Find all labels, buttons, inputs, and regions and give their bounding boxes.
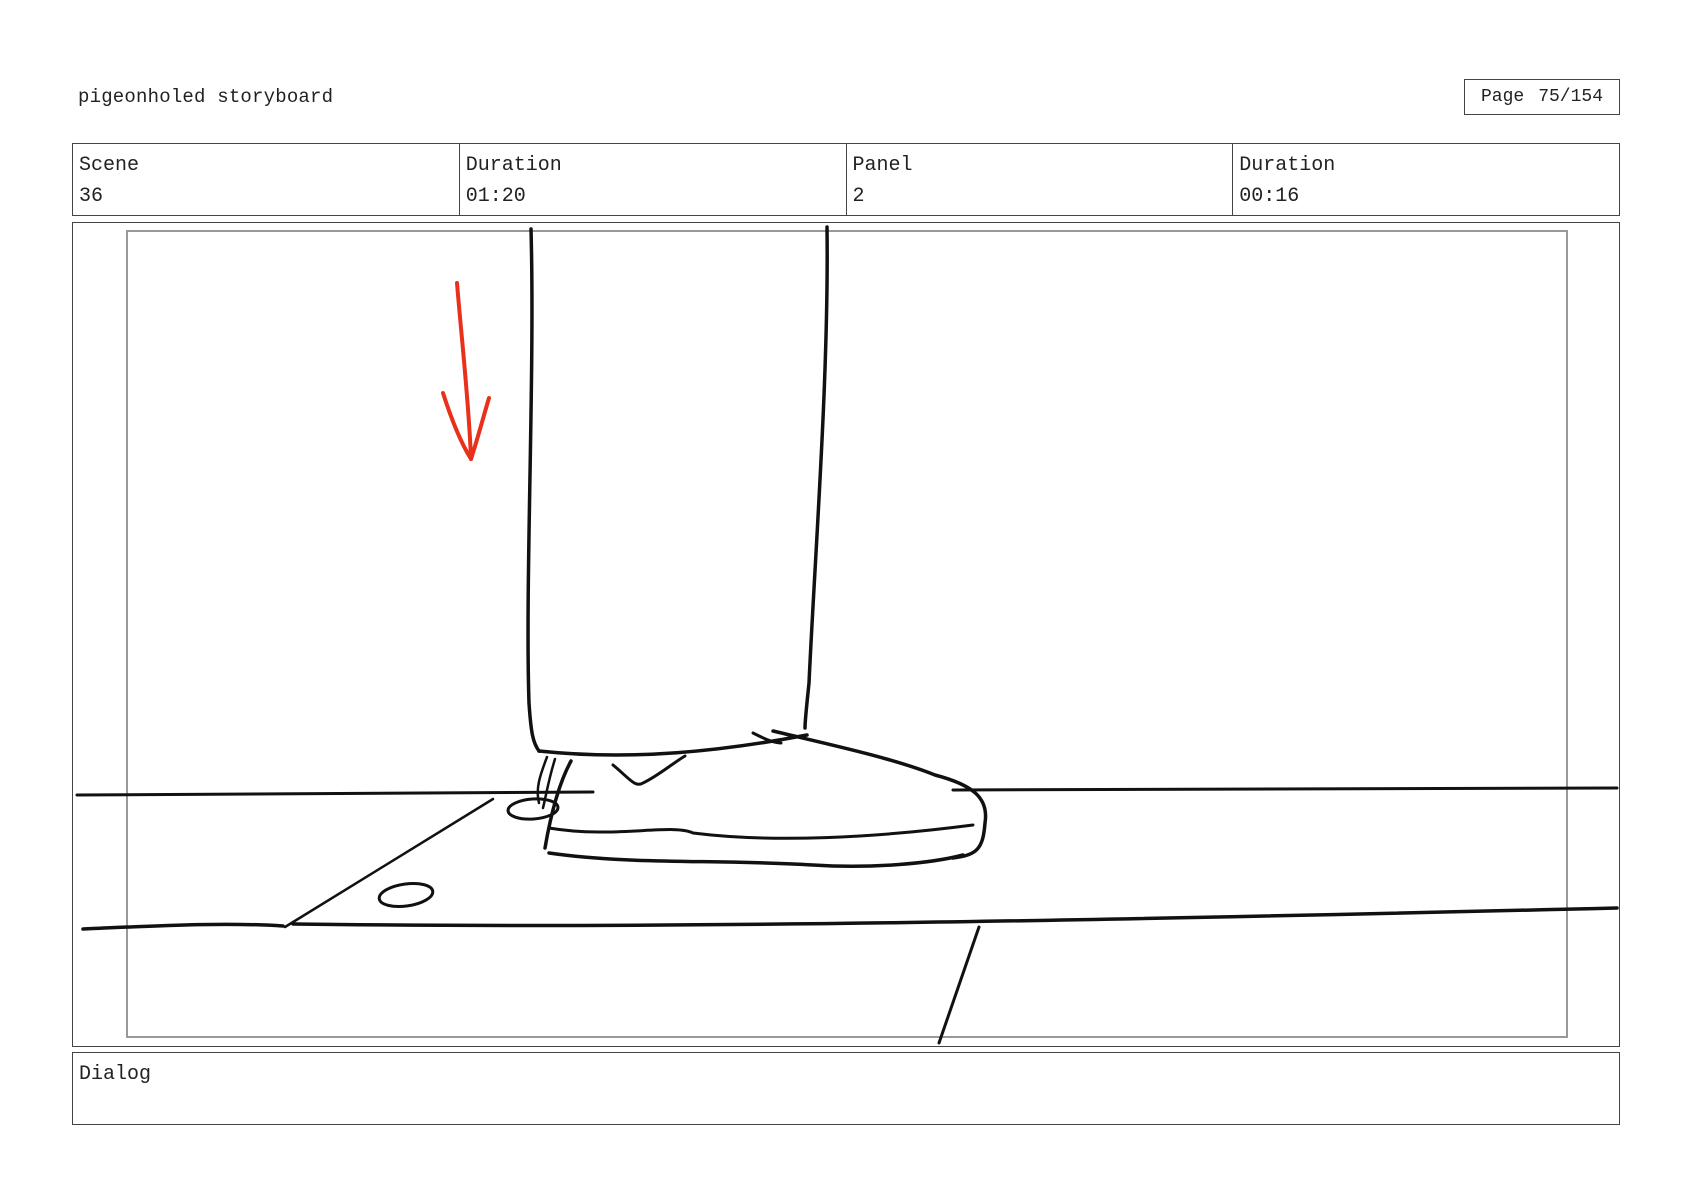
floor-spot-small xyxy=(377,881,435,909)
panel-duration-label: Duration xyxy=(1239,154,1336,177)
shoe-bottom xyxy=(547,851,965,869)
down-arrow-icon xyxy=(441,281,491,461)
scene-duration-cell: Duration 01:20 xyxy=(460,144,847,215)
floor-back-edge-right xyxy=(951,786,1619,792)
page-label: Page xyxy=(1480,87,1525,107)
trouser-left-edge xyxy=(526,227,541,753)
floor-front-edge-left xyxy=(81,922,285,931)
floor-diagonal xyxy=(283,797,495,929)
trouser-right-edge xyxy=(803,225,829,730)
scene-duration-value: 01:20 xyxy=(465,185,526,208)
panel-cell: Panel 2 xyxy=(847,144,1234,215)
panel-value: 2 xyxy=(852,185,865,208)
shoe-sole xyxy=(547,823,975,840)
dialog-box: Dialog xyxy=(72,1052,1620,1125)
scene-label: Scene xyxy=(79,154,140,177)
page-number: 75/154 xyxy=(1538,87,1604,107)
page-indicator: Page 75/154 xyxy=(1464,79,1620,115)
scene-cell: Scene 36 xyxy=(73,144,460,215)
floor-seam xyxy=(937,925,981,1045)
panel-sketch xyxy=(75,225,1619,1045)
panel-info-table: Scene 36 Duration 01:20 Panel 2 Duration… xyxy=(72,143,1620,216)
panel-duration-cell: Duration 00:16 xyxy=(1233,144,1619,215)
scene-value: 36 xyxy=(79,185,104,208)
dialog-label: Dialog xyxy=(79,1063,152,1086)
panel-label: Panel xyxy=(852,154,913,177)
shoe-laces xyxy=(611,754,687,786)
storyboard-panel xyxy=(72,222,1620,1047)
panel-duration-value: 00:16 xyxy=(1239,185,1300,208)
floor-back-edge xyxy=(75,790,595,797)
floor-front-edge xyxy=(291,906,1619,928)
scene-duration-label: Duration xyxy=(465,154,562,177)
project-title: pigeonholed storyboard xyxy=(78,86,334,108)
